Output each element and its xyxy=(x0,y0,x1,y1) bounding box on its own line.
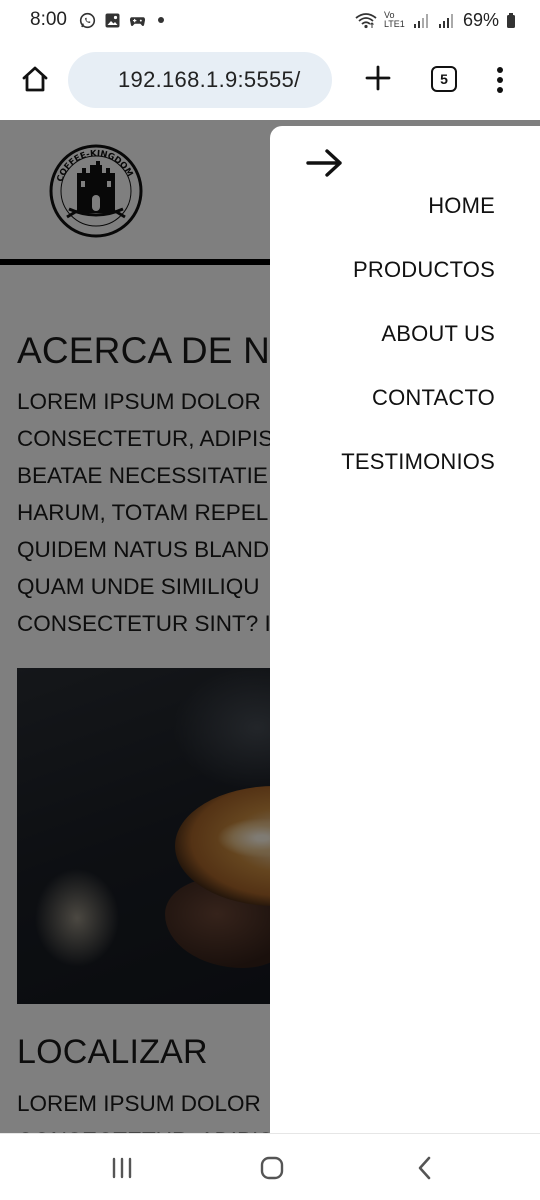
game-controller-icon xyxy=(129,12,146,29)
nav-menu: HOME PRODUCTOS ABOUT US CONTACTO TESTIMO… xyxy=(341,174,495,494)
tabs-counter-button[interactable]: 5 xyxy=(431,66,457,92)
status-time: 8:00 xyxy=(30,9,67,30)
recent-apps-icon xyxy=(112,1157,132,1179)
back-chevron-icon xyxy=(418,1156,431,1180)
gallery-icon xyxy=(104,12,121,29)
browser-menu-button[interactable] xyxy=(488,64,512,96)
more-vert-icon xyxy=(497,67,503,93)
nav-item-home[interactable]: HOME xyxy=(341,174,495,238)
home-icon xyxy=(22,66,48,92)
nav-drawer: HOME PRODUCTOS ABOUT US CONTACTO TESTIMO… xyxy=(270,126,540,1133)
tab-count: 5 xyxy=(440,71,448,87)
status-left: 8:00 xyxy=(30,9,164,31)
arrow-right-icon xyxy=(306,149,342,177)
nav-item-about-us[interactable]: ABOUT US xyxy=(341,302,495,366)
system-home-button[interactable] xyxy=(257,1154,287,1182)
close-drawer-button[interactable] xyxy=(304,146,346,180)
new-tab-plus-icon xyxy=(365,65,391,91)
home-circle-icon xyxy=(260,1156,284,1180)
status-bar: 8:00 Vo LTE1 69% xyxy=(0,0,540,40)
browser-toolbar: 192.168.1.9:5555/ 5 xyxy=(0,40,540,120)
recent-apps-button[interactable] xyxy=(107,1154,137,1182)
whatsapp-icon xyxy=(79,12,96,29)
address-bar[interactable]: 192.168.1.9:5555/ xyxy=(68,52,332,108)
nav-item-contacto[interactable]: CONTACTO xyxy=(341,366,495,430)
signal-icon xyxy=(413,12,431,29)
network-label: Vo LTE1 xyxy=(383,10,405,29)
signal-2-icon xyxy=(438,12,456,29)
nav-item-productos[interactable]: PRODUCTOS xyxy=(341,238,495,302)
web-page: COFFEE-KINGDOM ACERCA DE NOSOTROS LOREM … xyxy=(0,120,540,1133)
battery-percent: 69% xyxy=(462,9,499,30)
status-right: Vo LTE1 69% xyxy=(355,10,516,31)
notification-dot-icon xyxy=(157,17,164,23)
battery-icon xyxy=(506,12,516,29)
url-text[interactable]: 192.168.1.9:5555/ xyxy=(118,67,301,93)
new-tab-button[interactable] xyxy=(360,60,396,96)
system-back-button[interactable] xyxy=(410,1154,440,1182)
system-nav-bar xyxy=(0,1133,540,1200)
browser-home-button[interactable] xyxy=(16,60,54,98)
wifi-icon xyxy=(355,12,377,29)
nav-item-testimonios[interactable]: TESTIMONIOS xyxy=(341,430,495,494)
